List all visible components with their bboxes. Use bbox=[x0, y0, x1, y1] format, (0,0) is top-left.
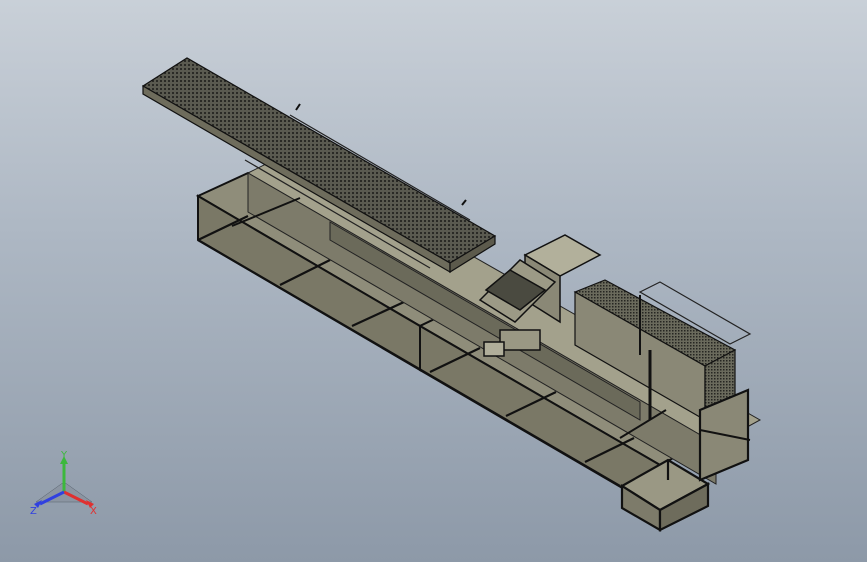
z-axis-label: Z bbox=[30, 506, 37, 517]
orientation-triad[interactable]: Y X Z bbox=[22, 448, 106, 524]
cad-viewport[interactable]: Y X Z bbox=[0, 0, 867, 562]
x-axis-label: X bbox=[90, 506, 97, 517]
y-axis-label: Y bbox=[60, 450, 68, 461]
machine-model[interactable] bbox=[0, 0, 867, 562]
machine-body bbox=[246, 151, 762, 485]
